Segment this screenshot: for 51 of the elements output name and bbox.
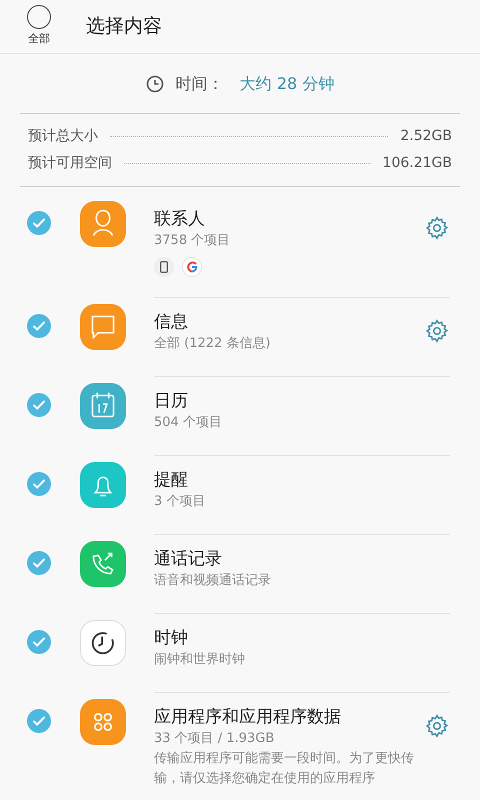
item-title: 日历 [154,390,189,413]
checkbox[interactable] [27,211,51,235]
calendar-icon [80,383,126,429]
item-note: 传输应用程序可能需要一段时间。为了更快传输，请仅选择您确定在使用的应用程序 [154,750,415,788]
item-detail: 3758 个项目 [154,232,232,250]
item-title: 信息 [154,311,189,334]
check-icon [32,319,46,333]
checkbox[interactable] [27,709,51,733]
size-label: 预计可用空间 [28,154,112,173]
phone-icon [154,257,174,277]
size-value: 106.21GB [382,154,452,173]
item-detail: 33 个项目 / 1.93GB [154,730,276,748]
time-estimate: 大约 28 分钟 [240,72,334,94]
checkbox[interactable] [27,551,51,575]
select-all-checkbox[interactable] [27,5,51,30]
settings-icon[interactable] [424,215,450,241]
size-value: 2.52GB [400,127,452,146]
checkbox[interactable] [27,393,51,417]
app-grid-icon [80,699,126,745]
google-g-icon [182,257,202,277]
item-title: 应用程序和应用程序数据 [154,706,342,729]
item-title: 提醒 [154,469,189,492]
item-title: 时钟 [154,627,189,650]
settings-icon[interactable] [424,318,450,344]
check-icon [32,216,46,230]
item-detail: 语音和视频通话记录 [154,572,272,590]
checkbox[interactable] [27,314,51,338]
checkbox[interactable] [27,630,51,654]
bell-icon [80,462,126,508]
size-label: 预计总大小 [28,127,98,146]
select-all-label: 全部 [28,31,50,48]
chat-bubble-icon [80,304,126,350]
check-icon [32,398,46,412]
check-icon [32,477,46,491]
page-title: 选择内容 [86,14,162,40]
checkbox[interactable] [27,472,51,496]
check-icon [32,635,46,649]
phone-icon [80,541,126,587]
clock-icon [80,620,126,666]
person-icon [80,201,126,247]
settings-icon[interactable] [424,713,450,739]
item-detail: 3 个项目 [154,493,206,511]
clock-icon [146,74,164,92]
item-detail: 504 个项目 [154,414,223,432]
item-detail: 全部 (1222 条信息) [154,335,272,353]
check-icon [32,556,46,570]
item-title: 通话记录 [154,548,223,571]
item-detail: 闹钟和世界时钟 [154,651,246,669]
item-title: 联系人 [154,208,206,231]
check-icon [32,714,46,728]
time-label: 时间： [176,72,224,94]
